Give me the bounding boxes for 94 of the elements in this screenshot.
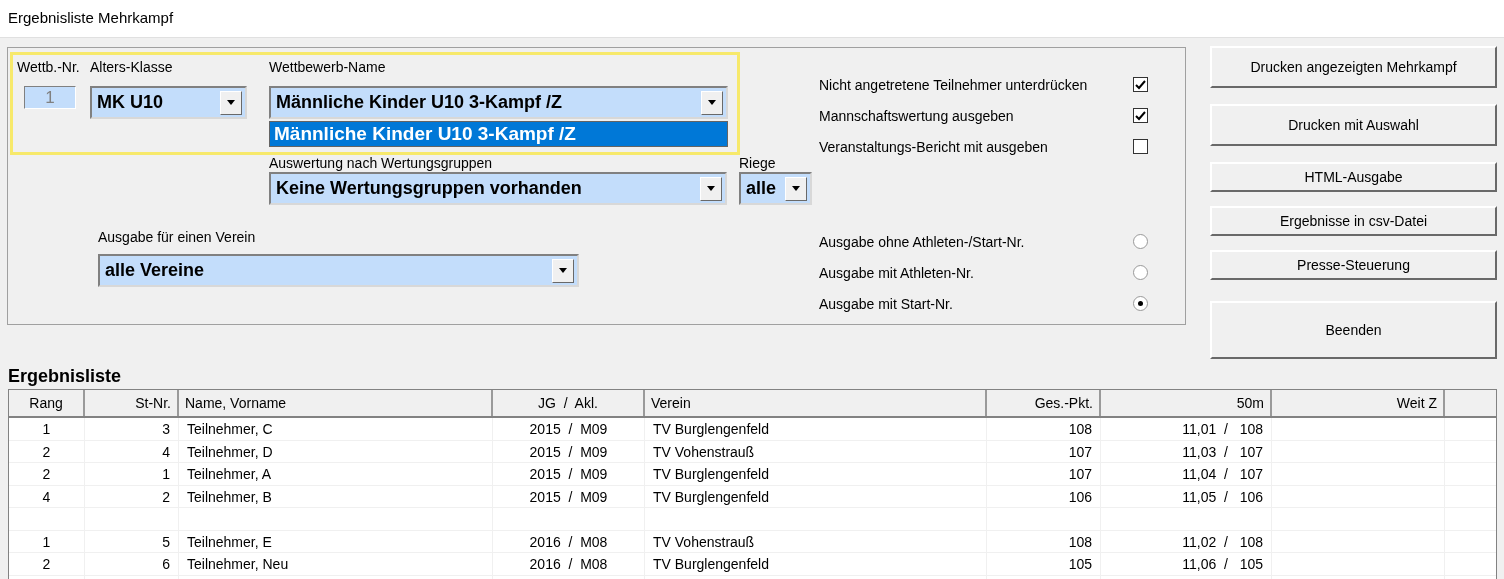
field-label: Alters-Klasse bbox=[90, 59, 174, 75]
table-cell: TV Burglengenfeld bbox=[645, 418, 987, 440]
section-heading: Ergebnisliste bbox=[8, 367, 122, 385]
table-cell: 6 bbox=[85, 553, 179, 575]
table-cell: 11,04 / 107 bbox=[1101, 463, 1272, 485]
action-button[interactable]: HTML-Ausgabe bbox=[1210, 162, 1497, 192]
checkmark-icon bbox=[1135, 110, 1146, 121]
table-cell: 2015 / M09 bbox=[493, 485, 645, 507]
dropdown[interactable]: Männliche Kinder U10 3-Kampf /Z bbox=[269, 86, 728, 119]
column-header[interactable]: Verein bbox=[645, 390, 987, 416]
table-cell: 2015 / M09 bbox=[493, 463, 645, 485]
column-header[interactable]: Ges.-Pkt. bbox=[987, 390, 1101, 416]
action-button[interactable]: Drucken angezeigten Mehrkampf bbox=[1210, 46, 1497, 88]
table-cell: 4 bbox=[9, 485, 85, 507]
table-cell: TV Burglengenfeld bbox=[645, 485, 987, 507]
checkbox[interactable] bbox=[1133, 108, 1148, 123]
column-header[interactable]: Weit Z bbox=[1272, 390, 1445, 416]
table-cell: 5 bbox=[85, 530, 179, 552]
table-cell: 2 bbox=[9, 440, 85, 462]
field-label: Auswertung nach Wertungsgruppen bbox=[269, 155, 493, 171]
table-cell: 2015 / M09 bbox=[493, 418, 645, 440]
table-cell: TV Burglengenfeld bbox=[645, 553, 987, 575]
field-label: Ausgabe mit Athleten-Nr. bbox=[819, 264, 974, 281]
caret-icon bbox=[559, 268, 567, 273]
caret-icon bbox=[792, 186, 800, 191]
table-cell: 11,05 / 106 bbox=[1101, 485, 1272, 507]
action-button[interactable]: Ergebnisse in csv-Datei bbox=[1210, 206, 1497, 236]
table-cell: 1 bbox=[85, 463, 179, 485]
field-label: Wettb.-Nr. bbox=[17, 59, 81, 75]
table-cell: 2016 / M08 bbox=[493, 530, 645, 552]
table-cell: Teilnehmer, Neu bbox=[179, 553, 493, 575]
table-cell: Teilnehmer, D bbox=[179, 440, 493, 462]
column-header[interactable]: St-Nr. bbox=[85, 390, 179, 416]
field-label: Riege bbox=[739, 155, 776, 171]
table-cell: Teilnehmer, A bbox=[179, 463, 493, 485]
table-cell: 2016 / M08 bbox=[493, 553, 645, 575]
table-cell: 107 bbox=[987, 440, 1101, 462]
table-cell: TV Vohenstrauß bbox=[645, 530, 987, 552]
dropdown-arrow-button[interactable] bbox=[785, 176, 807, 201]
table-cell: 11,03 / 107 bbox=[1101, 440, 1272, 462]
checkbox[interactable] bbox=[1133, 139, 1148, 154]
table-cell: 11,02 / 108 bbox=[1101, 530, 1272, 552]
field-label: Nicht angetretene Teilnehmer unterdrücken bbox=[819, 76, 1088, 93]
caret-icon bbox=[227, 100, 235, 105]
table-cell: Teilnehmer, B bbox=[179, 485, 493, 507]
dropdown-arrow-button[interactable] bbox=[220, 90, 242, 115]
table-cell: 1 bbox=[9, 418, 85, 440]
table-cell: 2 bbox=[9, 553, 85, 575]
field-label: Ausgabe ohne Athleten-/Start-Nr. bbox=[819, 233, 1025, 250]
caret-icon bbox=[707, 186, 715, 191]
table-cell: 3 bbox=[85, 418, 179, 440]
field-label: Wettbewerb-Name bbox=[269, 59, 387, 75]
caret-icon bbox=[708, 100, 716, 105]
checkmark-icon bbox=[1135, 79, 1146, 90]
table-cell: 2 bbox=[9, 463, 85, 485]
table-cell: 11,06 / 105 bbox=[1101, 553, 1272, 575]
table-cell: 106 bbox=[987, 485, 1101, 507]
field-label: Ausgabe für einen Verein bbox=[98, 229, 256, 245]
dropdown-arrow-button[interactable] bbox=[552, 258, 574, 283]
action-button[interactable]: Presse-Steuerung bbox=[1210, 250, 1497, 280]
dropdown-arrow-button[interactable] bbox=[701, 90, 723, 115]
table-cell: TV Burglengenfeld bbox=[645, 463, 987, 485]
table-cell: Teilnehmer, C bbox=[179, 418, 493, 440]
radio-button[interactable] bbox=[1133, 296, 1148, 311]
action-button[interactable]: Beenden bbox=[1210, 301, 1497, 359]
dropdown-arrow-button[interactable] bbox=[700, 176, 722, 201]
table-cell: 107 bbox=[987, 463, 1101, 485]
checkbox[interactable] bbox=[1133, 77, 1148, 92]
action-button[interactable]: Drucken mit Auswahl bbox=[1210, 104, 1497, 146]
table-cell: 2015 / M09 bbox=[493, 440, 645, 462]
window-title: Ergebnisliste Mehrkampf bbox=[8, 8, 174, 29]
radio-button[interactable] bbox=[1133, 234, 1148, 249]
field-label: Mannschaftswertung ausgeben bbox=[819, 107, 1014, 124]
column-header[interactable]: Rang bbox=[9, 390, 85, 416]
table-cell: 2 bbox=[85, 485, 179, 507]
table-cell: Teilnehmer, E bbox=[179, 530, 493, 552]
column-header[interactable]: JG / Akl. bbox=[493, 390, 645, 416]
table-cell: 11,01 / 108 bbox=[1101, 418, 1272, 440]
table-cell: 4 bbox=[85, 440, 179, 462]
table-cell: 1 bbox=[9, 530, 85, 552]
column-header[interactable]: 50m bbox=[1101, 390, 1272, 416]
column-header[interactable]: Name, Vorname bbox=[179, 390, 493, 416]
table-cell: TV Vohenstrauß bbox=[645, 440, 987, 462]
table-cell: 105 bbox=[987, 553, 1101, 575]
dropdown-option[interactable]: Männliche Kinder U10 3-Kampf /Z bbox=[270, 122, 727, 146]
table-cell: 108 bbox=[987, 530, 1101, 552]
dropdown[interactable]: alle bbox=[739, 172, 812, 205]
field-label: Veranstaltungs-Bericht mit ausgeben bbox=[819, 138, 1048, 155]
field-label: Ausgabe mit Start-Nr. bbox=[819, 295, 953, 312]
table-cell: 108 bbox=[987, 418, 1101, 440]
dropdown[interactable]: Keine Wertungsgruppen vorhanden bbox=[269, 172, 727, 205]
radio-button[interactable] bbox=[1133, 265, 1148, 280]
dropdown[interactable]: MK U10 bbox=[90, 86, 247, 119]
dropdown[interactable]: alle Vereine bbox=[98, 254, 579, 287]
